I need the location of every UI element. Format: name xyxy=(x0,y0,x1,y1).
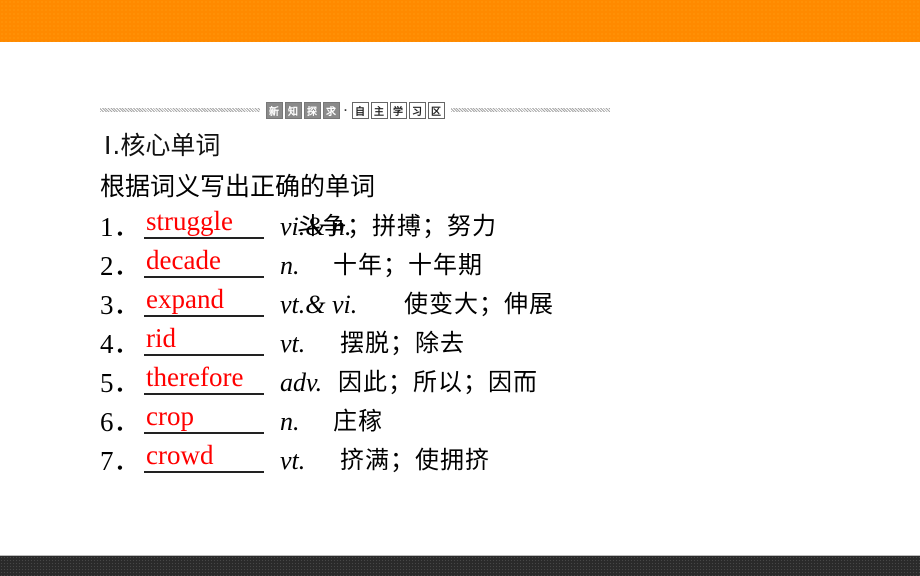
answer-blank xyxy=(144,432,264,434)
chinese-meaning: 庄稼 xyxy=(333,407,383,435)
chinese-meaning: 使变大；伸展 xyxy=(404,290,554,318)
part-of-speech: adv. xyxy=(280,368,323,397)
item-number: 5． xyxy=(100,368,141,398)
item-number: 2． xyxy=(100,251,141,281)
banner-hatch-right xyxy=(450,108,611,112)
section-heading: Ⅰ.核心单词 xyxy=(104,130,220,163)
answer-blank xyxy=(144,354,264,356)
banner-tag: 探 xyxy=(303,101,321,119)
section-title: .核心单词 xyxy=(112,131,221,160)
banner-tag: 自 xyxy=(351,101,369,119)
part-of-speech: vt. xyxy=(280,446,306,475)
chinese-meaning: 挤满；使拥挤 xyxy=(340,446,490,474)
banner-separator: · xyxy=(343,102,348,117)
answer-text: struggle xyxy=(146,206,233,236)
banner-tag: 主 xyxy=(370,101,388,119)
chinese-meaning: 因此；所以；因而 xyxy=(338,368,538,396)
bottom-decorative-band xyxy=(0,555,920,576)
part-of-speech: n. xyxy=(280,407,300,436)
vocab-item: 4． rid vt. 摆脱；除去 xyxy=(100,323,660,364)
chinese-meaning: 摆脱；除去 xyxy=(340,329,465,357)
chinese-meaning: 斗争；拼搏；努力 xyxy=(297,212,497,240)
answer-text: therefore xyxy=(146,362,244,392)
chinese-meaning: 十年；十年期 xyxy=(333,251,483,279)
banner-tag: 知 xyxy=(284,101,302,119)
item-number: 3． xyxy=(100,290,141,320)
answer-text: expand xyxy=(146,284,224,314)
answer-text: decade xyxy=(146,245,221,275)
answer-blank xyxy=(144,237,264,239)
answer-blank xyxy=(144,393,264,395)
banner-tag: 习 xyxy=(408,101,426,119)
item-number: 1． xyxy=(100,212,141,242)
vocab-item: 1． struggle vi.& n. 斗争；拼搏；努力 xyxy=(100,206,660,247)
item-number: 7． xyxy=(100,446,141,476)
banner-hatch-left xyxy=(100,108,260,112)
answer-text: crowd xyxy=(146,440,214,470)
banner-tag: 求 xyxy=(322,101,340,119)
answer-blank xyxy=(144,276,264,278)
part-of-speech: vt.& vi. xyxy=(280,290,358,319)
banner-tag: 学 xyxy=(389,101,407,119)
item-number: 4． xyxy=(100,329,141,359)
vocab-item: 6． crop n. 庄稼 xyxy=(100,401,660,442)
banner-tags: 新 知 探 求 · 自 主 学 习 区 xyxy=(265,101,445,119)
answer-text: crop xyxy=(146,401,194,431)
exercise-instruction: 根据词义写出正确的单词 xyxy=(100,172,376,201)
part-of-speech: vt. xyxy=(280,329,306,358)
answer-text: rid xyxy=(146,323,176,353)
banner-tag: 区 xyxy=(427,101,445,119)
vocab-item: 5． therefore adv. 因此；所以；因而 xyxy=(100,362,660,403)
answer-blank xyxy=(144,471,264,473)
vocab-item: 3． expand vt.& vi. 使变大；伸展 xyxy=(100,284,660,325)
answer-blank xyxy=(144,315,264,317)
vocab-item: 2． decade n. 十年；十年期 xyxy=(100,245,660,286)
vocab-item: 7． crowd vt. 挤满；使拥挤 xyxy=(100,440,660,481)
top-decorative-band xyxy=(0,0,920,42)
banner-tag: 新 xyxy=(265,101,283,119)
part-of-speech: n. xyxy=(280,251,300,280)
item-number: 6． xyxy=(100,407,141,437)
section-roman-numeral: Ⅰ xyxy=(104,133,112,160)
section-banner: 新 知 探 求 · 自 主 学 习 区 xyxy=(100,101,611,119)
